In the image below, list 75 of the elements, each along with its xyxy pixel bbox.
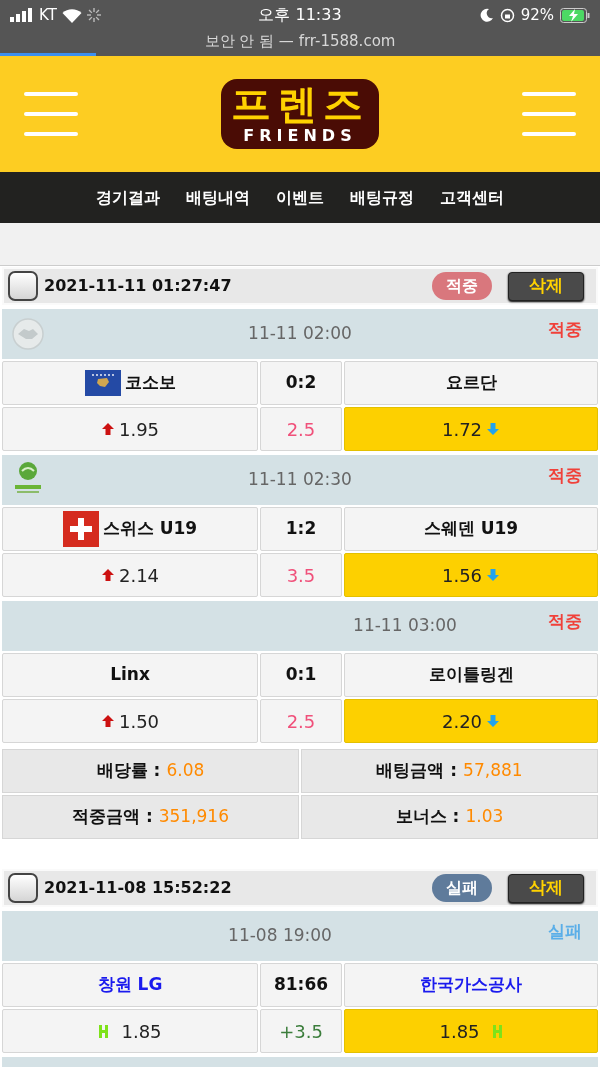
summary-value: 57,881: [463, 759, 523, 783]
team-cell: 코소보: [2, 361, 258, 405]
match-time: 11-08 19:00: [228, 924, 332, 948]
clock: 오후 11:33: [257, 4, 343, 26]
site-logo[interactable]: 프렌즈 FRIENDS: [221, 79, 379, 149]
flag-icon: [62, 511, 99, 547]
team-cell: Linx: [2, 653, 258, 697]
rotation-lock-icon: [499, 7, 515, 23]
arrow-down-icon: [486, 714, 501, 728]
nav-link[interactable]: 이벤트: [276, 185, 324, 210]
nav-link[interactable]: 배팅규정: [350, 185, 414, 210]
url-text: 보안 안 됨 — frr-1588.com: [203, 31, 397, 52]
odds-cell[interactable]: 1.50: [2, 699, 258, 743]
delete-button[interactable]: 삭제: [508, 873, 584, 903]
checkbox[interactable]: [8, 873, 38, 903]
bet-date: 2021-11-11 01:27:47: [44, 275, 233, 297]
battery-percent: 92%: [520, 4, 554, 26]
summary-label: 적중금액 :: [72, 805, 153, 829]
handicap-icon: [491, 1024, 503, 1038]
bet-date: 2021-11-08 15:52:22: [44, 877, 233, 899]
summary-value: 1.03: [465, 805, 504, 829]
summary-label: 배당률 :: [96, 759, 161, 783]
line-cell: 2.5: [260, 407, 342, 451]
arrow-down-icon: [486, 568, 501, 582]
match-time: 11-11 02:30: [248, 468, 352, 492]
status-badge: 적중: [432, 272, 492, 300]
match-time: 11-11 02:00: [248, 322, 352, 346]
team-cell: 스웨덴 U19: [344, 507, 598, 551]
score-cell: 0:2: [260, 361, 342, 405]
summary-value: 351,916: [158, 805, 229, 829]
battery-charging-icon: [560, 7, 590, 23]
odds-cell[interactable]: 1.85: [344, 1009, 598, 1053]
nav-link[interactable]: 경기결과: [96, 185, 160, 210]
delete-button[interactable]: 삭제: [508, 271, 584, 301]
score-cell: 1:2: [260, 507, 342, 551]
summary-label: 배팅금액 :: [376, 759, 458, 783]
arrow-up-icon: [100, 714, 115, 728]
match-result: 적중: [548, 318, 582, 341]
nav-link[interactable]: 배팅내역: [186, 185, 250, 210]
odds-cell[interactable]: 1.72: [344, 407, 598, 451]
team-cell: 로이틀링겐: [344, 653, 598, 697]
match-time: 11-11 03:00: [353, 614, 457, 638]
odds-cell[interactable]: 1.95: [2, 407, 258, 451]
summary-label: 보너스 :: [395, 805, 460, 829]
score-cell: 81:66: [260, 963, 342, 1007]
carrier-label: KT: [39, 4, 57, 26]
score-cell: 0:1: [260, 653, 342, 697]
team-cell: 창원 LG: [2, 963, 258, 1007]
signal-icon: [10, 8, 34, 22]
handshake-icon: [12, 318, 44, 350]
line-cell: 3.5: [260, 553, 342, 597]
team-cell: 한국가스공사: [344, 963, 598, 1007]
arrow-down-icon: [486, 422, 501, 436]
team-cell: 스위스 U19: [2, 507, 258, 551]
odds-cell[interactable]: 2.20: [344, 699, 598, 743]
match-result: 적중: [548, 610, 582, 633]
line-cell: 2.5: [260, 699, 342, 743]
moon-icon: [479, 8, 494, 22]
handicap-icon: [98, 1024, 110, 1038]
odds-cell[interactable]: 2.14: [2, 553, 258, 597]
odds-cell[interactable]: 1.85: [2, 1009, 258, 1053]
flag-icon: [84, 370, 121, 396]
summary-value: 6.08: [166, 759, 205, 783]
nav-link[interactable]: 고객센터: [440, 185, 504, 210]
match-result: 적중: [548, 464, 582, 487]
wifi-icon: [61, 7, 82, 23]
checkbox[interactable]: [8, 271, 38, 301]
status-badge: 실패: [432, 874, 492, 902]
odds-cell[interactable]: 1.56: [344, 553, 598, 597]
match-result: 실패: [548, 920, 582, 943]
line-cell: +3.5: [260, 1009, 342, 1053]
loading-icon: [86, 8, 101, 22]
team-cell: 요르단: [344, 361, 598, 405]
arrow-up-icon: [100, 422, 115, 436]
arrow-up-icon: [100, 568, 115, 582]
